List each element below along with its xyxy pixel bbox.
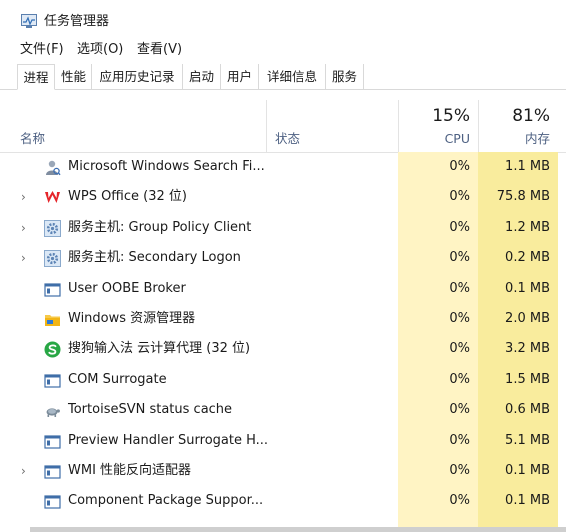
process-cpu: 0%: [449, 250, 470, 266]
tab-performance[interactable]: 性能: [56, 64, 92, 89]
column-status-header[interactable]: 状态: [275, 131, 300, 147]
app-window-icon: [44, 493, 61, 510]
process-memory: 1.1 MB: [505, 159, 550, 174]
sogou-icon: [44, 341, 61, 358]
process-memory: 0.6 MB: [505, 402, 550, 418]
process-name: Component Package Suppor...: [68, 493, 264, 509]
process-cpu: 0%: [449, 189, 470, 205]
app-window-icon: [44, 463, 61, 480]
process-list: Microsoft Windows Search Fi... 0% 1.1 MB › W…: [0, 152, 566, 532]
tab-startup[interactable]: 启动: [183, 64, 221, 89]
app-window-icon: [44, 433, 61, 450]
process-name: COM Surrogate: [68, 371, 167, 387]
process-row[interactable]: Microsoft Windows Search Fi... 0% 1.1 MB: [0, 152, 558, 182]
tortoise-icon: [44, 402, 61, 419]
horizontal-scrollbar[interactable]: [30, 527, 566, 532]
process-name: TortoiseSVN status cache: [68, 402, 233, 418]
process-name: 服务主机: Group Policy Client: [68, 219, 252, 235]
column-cpu-header[interactable]: CPU: [398, 131, 470, 147]
process-cpu: 0%: [449, 371, 470, 387]
cpu-total-percent[interactable]: 15%: [398, 106, 470, 126]
tab-bar: 进程 性能 应用历史记录 启动 用户 详细信息 服务: [0, 64, 566, 90]
process-row[interactable]: 搜狗输入法 云计算代理 (32 位) 0% 3.2 MB: [0, 334, 558, 364]
process-cpu: 0%: [449, 493, 470, 509]
process-row[interactable]: COM Surrogate 0% 1.5 MB: [0, 365, 558, 395]
wps-logo-icon: [44, 189, 61, 206]
process-memory: 1.5 MB: [505, 371, 550, 387]
service-gear-icon: [44, 219, 61, 237]
service-gear-icon: [44, 250, 61, 268]
menu-bar: 文件(F) 选项(O) 查看(V): [0, 40, 566, 62]
title-bar: 任务管理器: [0, 0, 566, 40]
tab-users[interactable]: 用户: [221, 64, 259, 89]
column-header: 名称 状态 15% CPU 81% 内存: [0, 100, 566, 153]
process-name: WPS Office (32 位): [68, 189, 187, 205]
folder-icon: [44, 311, 61, 328]
chevron-right-icon[interactable]: ›: [21, 464, 31, 478]
process-name: WMI 性能反向适配器: [68, 463, 192, 478]
menu-file[interactable]: 文件(F): [20, 41, 64, 59]
process-name: Microsoft Windows Search Fi...: [68, 159, 265, 174]
process-row[interactable]: › 服务主机: Secondary Logon 0% 0.2 MB: [0, 243, 558, 273]
tab-app-history[interactable]: 应用历史记录: [92, 64, 183, 89]
tab-details[interactable]: 详细信息: [259, 64, 326, 89]
process-row[interactable]: User OOBE Broker 0% 0.1 MB: [0, 274, 558, 304]
memory-total-percent[interactable]: 81%: [478, 106, 550, 126]
process-memory: 0.1 MB: [505, 493, 550, 509]
process-cpu: 0%: [449, 280, 470, 296]
process-name: User OOBE Broker: [68, 280, 186, 296]
process-cpu: 0%: [449, 159, 470, 174]
chevron-right-icon[interactable]: ›: [21, 190, 31, 204]
process-cpu: 0%: [449, 463, 470, 478]
menu-view[interactable]: 查看(V): [137, 41, 182, 59]
process-row[interactable]: TortoiseSVN status cache 0% 0.6 MB: [0, 395, 558, 425]
process-memory: 75.8 MB: [496, 189, 550, 205]
tab-services[interactable]: 服务: [326, 64, 364, 89]
search-filter-icon: [44, 159, 61, 176]
column-divider[interactable]: [266, 100, 267, 152]
process-row[interactable]: › 服务主机: Group Policy Client 0% 1.2 MB: [0, 213, 558, 243]
menu-options[interactable]: 选项(O): [77, 41, 123, 59]
process-cpu: 0%: [449, 219, 470, 235]
process-memory: 0.2 MB: [505, 250, 550, 266]
window-title: 任务管理器: [44, 14, 110, 29]
chevron-right-icon[interactable]: ›: [21, 251, 31, 265]
process-memory: 0.1 MB: [505, 280, 550, 296]
process-memory: 1.2 MB: [505, 219, 550, 235]
app-window-icon: [44, 281, 61, 298]
column-memory-header[interactable]: 内存: [478, 131, 550, 147]
process-row[interactable]: Windows 资源管理器 0% 2.0 MB: [0, 304, 558, 334]
process-row[interactable]: Preview Handler Surrogate H... 0% 5.1 MB: [0, 426, 558, 456]
process-cpu: 0%: [449, 402, 470, 418]
process-name: 搜狗输入法 云计算代理 (32 位): [68, 341, 251, 357]
process-cpu: 0%: [449, 341, 470, 357]
chevron-right-icon[interactable]: ›: [21, 221, 31, 235]
process-memory: 0.1 MB: [505, 463, 550, 478]
process-memory: 2.0 MB: [505, 311, 550, 326]
process-cpu: 0%: [449, 432, 470, 448]
process-name: 服务主机: Secondary Logon: [68, 250, 241, 266]
process-row[interactable]: Component Package Suppor... 0% 0.1 MB: [0, 486, 558, 516]
app-window-icon: [44, 372, 61, 389]
process-memory: 5.1 MB: [505, 432, 550, 448]
process-cpu: 0%: [449, 311, 470, 326]
process-row[interactable]: › WPS Office (32 位) 0% 75.8 MB: [0, 182, 558, 212]
process-name: Windows 资源管理器: [68, 311, 196, 326]
process-name: Preview Handler Surrogate H...: [68, 432, 269, 448]
task-manager-icon: [21, 14, 37, 29]
column-name-header[interactable]: 名称: [20, 131, 45, 147]
process-memory: 3.2 MB: [505, 341, 550, 357]
process-row[interactable]: › WMI 性能反向适配器 0% 0.1 MB: [0, 456, 558, 486]
tab-processes[interactable]: 进程: [17, 64, 55, 90]
